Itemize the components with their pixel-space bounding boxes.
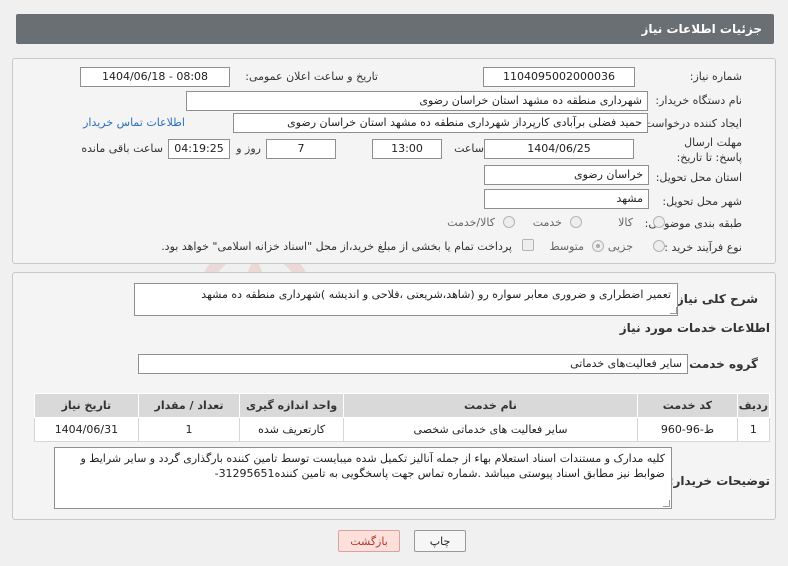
cell-code: ط-96-960 — [637, 417, 738, 442]
process-minor-radio[interactable] — [653, 240, 665, 252]
days-label: روز و — [236, 142, 261, 155]
city-label: شهر محل تحویل: — [662, 195, 742, 208]
col-code-header: کد خدمت — [637, 393, 738, 418]
creator-label: ایجاد کننده درخواست: — [640, 117, 742, 130]
deadline-time-field: 13:00 — [372, 139, 442, 159]
announce-label: تاریخ و ساعت اعلان عمومی: — [245, 70, 378, 83]
services-section-title: اطلاعات خدمات مورد نیاز — [619, 321, 770, 335]
category-goods-radio[interactable] — [653, 216, 665, 228]
summary-resize-handle[interactable] — [670, 307, 677, 314]
city-field: مشهد — [484, 189, 649, 209]
contact-info-link[interactable]: اطلاعات تماس خریدار — [83, 116, 185, 129]
deadline-date-field: 1404/06/25 — [484, 139, 634, 159]
buyer-org-label: نام دستگاه خریدار: — [655, 94, 742, 107]
category-service-radio[interactable] — [570, 216, 582, 228]
cell-row: 1 — [736, 417, 771, 442]
announce-field: 1404/06/18 - 08:08 — [80, 67, 230, 87]
services-table: ردیف کد خدمت نام خدمت واحد اندازه گیری ت… — [34, 393, 771, 442]
buyer-org-field: شهرداری منطقه ده مشهد استان خراسان رضوی — [186, 91, 648, 111]
treasury-note: پرداخت تمام یا بخشی از مبلغ خرید،از محل … — [161, 240, 512, 253]
category-goods-label: کالا — [618, 216, 633, 229]
service-group-field: سایر فعالیت‌های خدماتی — [138, 354, 688, 374]
remaining-label: ساعت باقی مانده — [81, 142, 163, 155]
remaining-time-field: 04:19:25 — [168, 139, 230, 159]
time-label: ساعت — [454, 142, 484, 155]
cell-unit: کارتعریف شده — [239, 417, 344, 442]
deadline-label: مهلت ارسال پاسخ: تا تاریخ: — [676, 136, 742, 164]
service-group-label: گروه خدمت: — [684, 357, 758, 371]
print-button[interactable]: چاپ — [414, 530, 466, 552]
treasury-checkbox[interactable] — [522, 239, 534, 251]
cell-date: 1404/06/31 — [34, 417, 139, 442]
province-field: خراسان رضوی — [484, 165, 649, 185]
back-button[interactable]: بازگشت — [338, 530, 400, 552]
col-row-header: ردیف — [736, 393, 771, 418]
table-header-row: ردیف کد خدمت نام خدمت واحد اندازه گیری ت… — [34, 393, 771, 418]
category-service-label: خدمت — [532, 216, 562, 229]
cell-name: سایر فعالیت های خدماتی شخصی — [342, 417, 639, 442]
table-row: 1 ط-96-960 سایر فعالیت های خدماتی شخصی ک… — [34, 417, 771, 442]
buyer-notes-resize-handle[interactable] — [663, 500, 670, 507]
creator-field: حمید فضلی برآبادی کارپرداز شهرداری منطقه… — [233, 113, 648, 133]
col-qty-header: تعداد / مقدار — [137, 393, 241, 418]
summary-field: تعمیر اضطراری و ضروری معابر سواره رو (شا… — [134, 283, 678, 316]
summary-label: شرح کلی نیاز: — [672, 292, 758, 306]
need-number-field: 1104095002000036 — [483, 67, 635, 87]
process-minor-label: جزیی — [607, 240, 633, 253]
need-number-label: شماره نیاز: — [689, 70, 742, 83]
col-unit-header: واحد اندازه گیری — [239, 393, 344, 418]
buyer-notes-label: توضیحات خریدار: — [668, 474, 770, 488]
category-both-radio[interactable] — [503, 216, 515, 228]
process-medium-radio[interactable] — [592, 240, 604, 252]
buyer-notes-field: کلیه مدارک و مستندات اسناد استعلام بهاء … — [54, 447, 672, 509]
process-medium-label: متوسط — [549, 240, 584, 253]
page-title: جزئیات اطلاعات نیاز — [16, 14, 774, 44]
cell-qty: 1 — [137, 417, 241, 442]
days-field: 7 — [266, 139, 336, 159]
category-both-label: کالا/خدمت — [447, 216, 495, 229]
province-label: استان محل تحویل: — [655, 171, 742, 184]
col-date-header: تاریخ نیاز — [34, 393, 139, 418]
process-label: نوع فرآیند خرید : — [664, 241, 742, 254]
col-name-header: نام خدمت — [342, 393, 639, 418]
